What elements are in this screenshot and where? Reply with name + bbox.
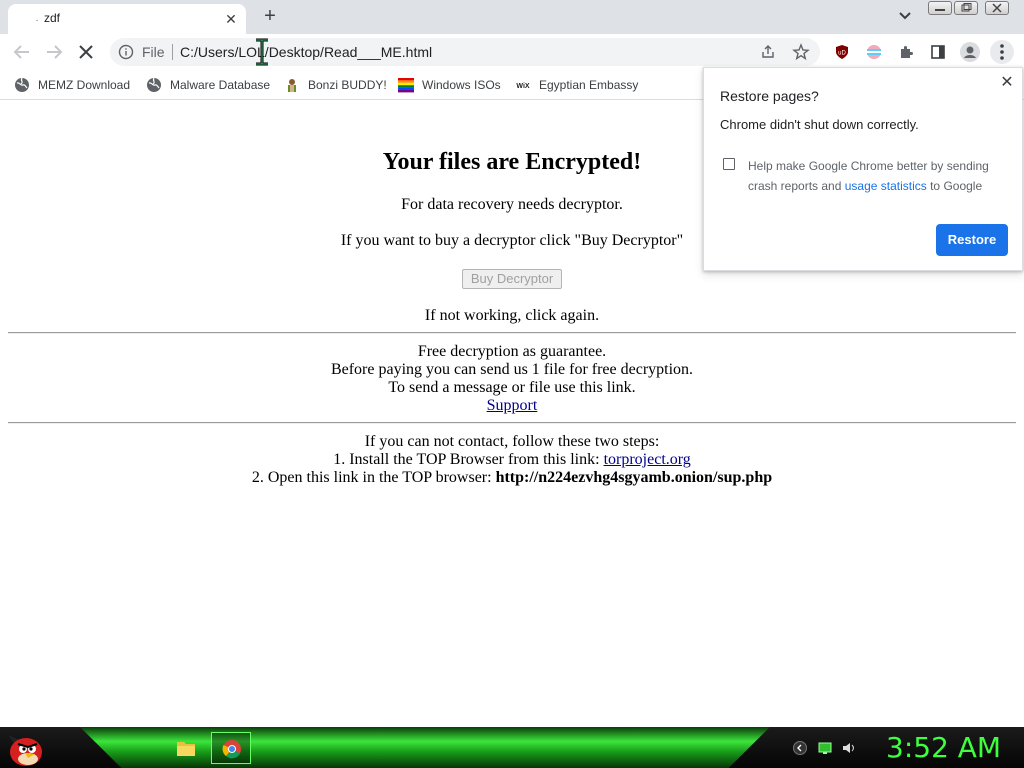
- close-icon[interactable]: ✕: [998, 74, 1016, 92]
- wix-icon: WiX: [515, 77, 531, 93]
- step-1-label: 1. Install the TOP Browser from this lin…: [333, 451, 604, 468]
- taskbar: 3:52 AM: [0, 727, 1024, 768]
- browser-tab[interactable]: · zdf ✕: [8, 4, 246, 34]
- crash-reports-checkbox[interactable]: [723, 158, 735, 170]
- dialog-title: Restore pages?: [720, 88, 819, 104]
- free-decryption-text: Free decryption as guarantee.: [417, 343, 607, 360]
- url-text[interactable]: C:/Users/LOL/Desktop/Read___ME.html: [180, 44, 432, 60]
- browser-toolbar: File C:/Users/LOL/Desktop/Read___ME.html…: [0, 34, 1024, 70]
- step-1-text: 1. Install the TOP Browser from this lin…: [0, 451, 1024, 469]
- bookmark-label: MEMZ Download: [38, 78, 131, 92]
- minimize-button[interactable]: [928, 1, 952, 15]
- scheme-label: File: [142, 44, 165, 60]
- bookmark-egyptian-embassy[interactable]: WiX Egyptian Embassy: [515, 76, 638, 94]
- volume-icon[interactable]: [842, 741, 856, 755]
- close-tab-icon[interactable]: ✕: [222, 10, 240, 28]
- tab-strip: · zdf ✕ +: [0, 0, 1024, 34]
- chrome-icon: [222, 740, 241, 759]
- close-window-button[interactable]: [985, 1, 1009, 15]
- network-icon[interactable]: [818, 741, 832, 755]
- free-file-text: Before paying you can send us 1 file for…: [330, 361, 694, 378]
- tab-search-icon[interactable]: [895, 6, 915, 26]
- omnibox-separator: [172, 44, 173, 60]
- profile-avatar-icon[interactable]: [960, 42, 980, 62]
- support-row: Support: [0, 397, 1024, 415]
- back-icon[interactable]: [10, 40, 34, 64]
- globe-icon: [146, 77, 162, 93]
- restore-button[interactable]: Restore: [936, 224, 1008, 256]
- steps-intro-text: If you can not contact, follow these two…: [364, 433, 660, 450]
- angry-bird-start-icon[interactable]: [6, 729, 46, 767]
- maximize-button[interactable]: [954, 1, 978, 15]
- tab-title: zdf: [44, 11, 61, 25]
- kebab-menu-icon: [1000, 44, 1004, 60]
- forward-icon[interactable]: [42, 40, 66, 64]
- stop-icon[interactable]: [74, 40, 98, 64]
- torproject-link[interactable]: torproject.org: [604, 451, 691, 468]
- rainbow-flag-icon: [398, 77, 414, 93]
- loading-icon: ·: [35, 15, 39, 26]
- onion-url: http://n224ezvhg4sgyamb.onion/sup.php: [495, 469, 773, 486]
- bookmark-malware-database[interactable]: Malware Database: [146, 76, 270, 94]
- support-link[interactable]: Support: [487, 397, 538, 414]
- send-message-text: To send a message or file use this link.: [388, 379, 636, 396]
- bookmark-windows-isos[interactable]: Windows ISOs: [398, 76, 501, 94]
- bookmark-star-icon[interactable]: [792, 43, 810, 61]
- bookmark-label: Windows ISOs: [422, 78, 501, 92]
- file-explorer-icon[interactable]: [176, 739, 196, 757]
- svg-text:uD: uD: [838, 51, 846, 57]
- menu-button[interactable]: [990, 40, 1014, 64]
- checkbox-label: Help make Google Chrome better by sendin…: [748, 156, 1010, 196]
- restore-pages-dialog: Restore pages? ✕ Chrome didn't shut down…: [703, 67, 1023, 271]
- svg-text:WiX: WiX: [516, 83, 529, 90]
- divider: [8, 422, 1016, 424]
- taskbar-chrome-button[interactable]: [211, 732, 251, 764]
- text-cursor-icon: [256, 38, 268, 66]
- usage-statistics-link[interactable]: usage statistics: [845, 179, 927, 193]
- ublock-icon[interactable]: uD: [834, 44, 850, 60]
- bonzi-icon: [284, 77, 300, 93]
- checkbox-text-end: to Google: [926, 179, 983, 193]
- divider: [8, 332, 1016, 334]
- share-icon[interactable]: [760, 44, 776, 60]
- info-icon[interactable]: [118, 44, 134, 60]
- bookmark-label: Malware Database: [170, 78, 271, 92]
- bookmark-memz[interactable]: MEMZ Download: [14, 76, 130, 94]
- retry-text: If not working, click again.: [424, 307, 600, 324]
- bookmark-label: Egyptian Embassy: [539, 78, 639, 92]
- dialog-message: Chrome didn't shut down correctly.: [720, 117, 919, 132]
- side-panel-icon[interactable]: [930, 44, 946, 60]
- taskbar-clock[interactable]: 3:52 AM: [886, 731, 1001, 764]
- buy-decryptor-button[interactable]: Buy Decryptor: [462, 269, 562, 289]
- extensions-puzzle-icon[interactable]: [898, 44, 914, 60]
- bookmark-label: Bonzi BUDDY!: [308, 78, 387, 92]
- new-tab-button[interactable]: +: [258, 4, 282, 28]
- step-2-text: 2. Open this link in the TOP browser: ht…: [0, 469, 1024, 487]
- globe-icon: [14, 77, 30, 93]
- tray-arrow-icon[interactable]: [793, 741, 807, 755]
- bookmark-bonzi-buddy[interactable]: Bonzi BUDDY!: [284, 76, 387, 94]
- step-2-label: 2. Open this link in the TOP browser:: [251, 469, 496, 486]
- trans-flag-extension-icon[interactable]: [866, 44, 882, 60]
- address-bar[interactable]: File C:/Users/LOL/Desktop/Read___ME.html: [110, 38, 820, 66]
